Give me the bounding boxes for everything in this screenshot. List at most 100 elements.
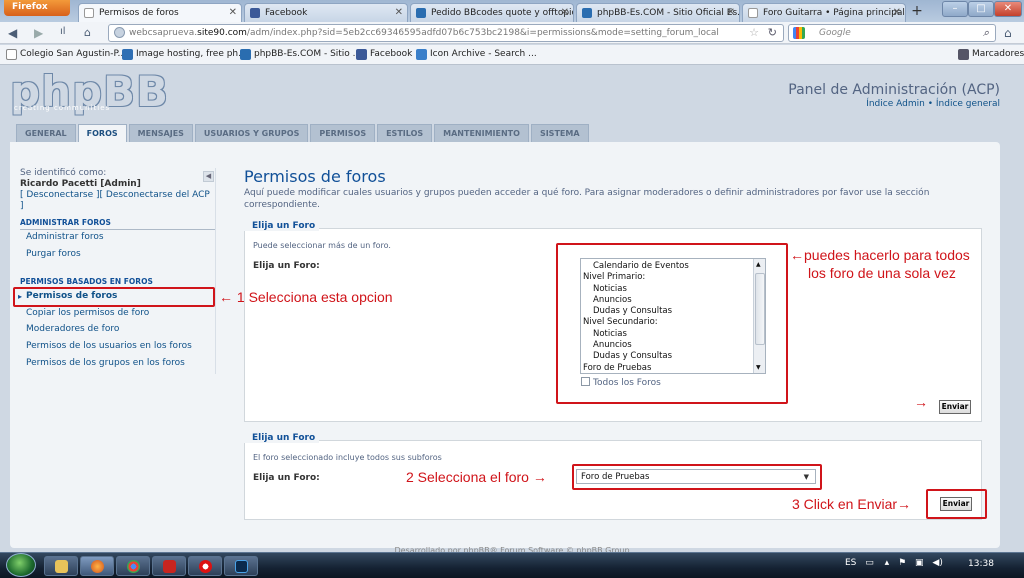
taskbar-chrome[interactable] bbox=[116, 556, 150, 576]
logout-links[interactable]: [ Desconectarse ][ Desconectarse del ACP… bbox=[20, 190, 210, 211]
firefox-icon bbox=[91, 560, 104, 573]
url-path: /adm/index.php?sid=5eb2cc69346595adfd07b… bbox=[246, 28, 719, 38]
user-name: Ricardo Pacetti [Admin] bbox=[20, 179, 141, 189]
tab-sistema[interactable]: SISTEMA bbox=[530, 124, 589, 142]
new-tab-button[interactable]: + bbox=[906, 3, 928, 21]
highlight-permisos-de-foros bbox=[13, 287, 215, 307]
window-close-button[interactable]: ✕ bbox=[994, 1, 1022, 17]
tab-label: Facebook bbox=[265, 8, 308, 18]
url-domain: site90.com bbox=[197, 28, 247, 38]
acp-header-links: Índice Admin • Índice general bbox=[866, 99, 1000, 109]
maximize-button[interactable]: □ bbox=[968, 1, 994, 17]
bookmarks-menu-button[interactable]: Marcadores bbox=[958, 49, 1024, 60]
link-indice-admin[interactable]: Índice Admin bbox=[866, 99, 925, 109]
close-tab-icon[interactable]: ✕ bbox=[727, 7, 735, 18]
firefox-menu-button[interactable]: Firefox bbox=[4, 0, 70, 16]
browser-tab-phpbb-es[interactable]: phpBB-Es.COM - Sitio Oficial Es... ✕ bbox=[576, 3, 740, 22]
tab-estilos[interactable]: ESTILOS bbox=[377, 124, 433, 142]
logged-as-label: Se identificó como: bbox=[20, 168, 107, 178]
bookmark-label: Icon Archive - Search ... bbox=[430, 49, 537, 59]
reload-icon[interactable]: ↻ bbox=[768, 26, 777, 39]
bookmark-item[interactable]: Facebook bbox=[356, 49, 413, 60]
submit-button-1[interactable]: Enviar bbox=[939, 400, 971, 414]
search-icon[interactable]: ⌕ bbox=[983, 26, 989, 40]
minimize-button[interactable]: – bbox=[942, 1, 968, 17]
tab-label: Permisos de foros bbox=[99, 8, 179, 18]
highlight-submit-button bbox=[926, 489, 987, 519]
close-tab-icon[interactable]: ✕ bbox=[395, 7, 403, 18]
browser-tab-permisos[interactable]: Permisos de foros ✕ bbox=[78, 3, 242, 22]
collapse-menu-icon[interactable]: ◀ bbox=[203, 171, 214, 182]
home-icon[interactable]: ⌂ bbox=[84, 26, 91, 39]
tab-mantenimiento[interactable]: MANTENIMIENTO bbox=[434, 124, 529, 142]
sidebar-item-permisos-usuarios[interactable]: Permisos de los usuarios en los foros bbox=[20, 339, 215, 355]
forward-icon[interactable]: ▶ bbox=[34, 26, 43, 40]
fieldset-note: El foro seleccionado incluye todos sus s… bbox=[253, 453, 442, 462]
keyboard-icon[interactable]: ▭ bbox=[865, 558, 874, 568]
forum-select-label: Elija un Foro: bbox=[253, 261, 320, 271]
google-icon[interactable] bbox=[793, 27, 805, 39]
close-tab-icon[interactable]: ✕ bbox=[893, 7, 901, 18]
sidebar-item-moderadores[interactable]: Moderadores de foro bbox=[20, 322, 215, 338]
tab-usuarios-y-grupos[interactable]: USUARIOS Y GRUPOS bbox=[194, 124, 309, 142]
bookmark-item[interactable]: Icon Archive - Search ... bbox=[416, 49, 537, 60]
bookmarks-toolbar: Colegio San Agustin-P... Image hosting, … bbox=[0, 45, 1024, 65]
tab-foros[interactable]: FOROS bbox=[77, 124, 127, 143]
phpbb-home-icon bbox=[240, 49, 251, 60]
browser-tab-facebook[interactable]: Facebook ✕ bbox=[244, 3, 408, 22]
phpbb-home-icon bbox=[416, 8, 426, 18]
annotation-note-line2: los foro de una sola vez bbox=[808, 265, 956, 281]
taskbar-firefox[interactable] bbox=[80, 556, 114, 576]
bookmark-label: Colegio San Agustin-P... bbox=[20, 49, 127, 59]
history-icon[interactable]: ıl bbox=[60, 26, 66, 37]
sidebar-item-purgar-foros[interactable]: Purgar foros bbox=[20, 247, 215, 263]
tab-mensajes[interactable]: MENSAJES bbox=[128, 124, 193, 142]
close-tab-icon[interactable]: ✕ bbox=[229, 7, 237, 18]
action-center-flag-icon[interactable]: ⚑ bbox=[898, 558, 906, 568]
fieldset-note: Puede seleccionar más de un foro. bbox=[253, 241, 391, 250]
taskbar-photoshop[interactable] bbox=[224, 556, 258, 576]
fieldset-legend: Elija un Foro bbox=[244, 221, 320, 231]
sidebar-item-administrar-foros[interactable]: Administrar foros bbox=[20, 230, 215, 246]
highlight-forum-select bbox=[572, 464, 822, 490]
search-input[interactable]: Google ⌕ bbox=[788, 24, 996, 42]
taskbar-explorer[interactable] bbox=[44, 556, 78, 576]
url-bar[interactable]: webcsaprueva.site90.com/adm/index.php?si… bbox=[108, 24, 784, 42]
page-icon bbox=[84, 8, 94, 18]
bookmark-star-icon[interactable]: ☆ bbox=[749, 26, 759, 39]
icon-archive-icon bbox=[416, 49, 427, 60]
close-tab-icon[interactable]: ✕ bbox=[561, 7, 569, 18]
browser-tab-guitarra[interactable]: Foro Guitarra • Página principal ✕ bbox=[742, 3, 906, 22]
taskbar-opera[interactable] bbox=[188, 556, 222, 576]
taskbar-clock[interactable]: 13:38 bbox=[968, 559, 994, 569]
browser-tab-bbcodes[interactable]: Pedido BBcodes quote y offtopic ✕ bbox=[410, 3, 574, 22]
forum-select-label: Elija un Foro: bbox=[253, 473, 320, 483]
bookmark-label: Facebook bbox=[370, 49, 413, 59]
link-indice-general[interactable]: Índice general bbox=[936, 99, 1000, 109]
sidebar-item-copiar-permisos[interactable]: Copiar los permisos de foro bbox=[20, 306, 215, 322]
system-tray: ES ▭ ▴ ⚑ ▣ ◀) bbox=[845, 558, 943, 568]
globe-icon bbox=[114, 27, 125, 38]
sidebar-item-permisos-grupos[interactable]: Permisos de los grupos en los foros bbox=[20, 356, 215, 372]
bookmark-item[interactable]: Colegio San Agustin-P... bbox=[6, 49, 127, 60]
fieldset-legend: Elija un Foro bbox=[244, 433, 320, 443]
tab-permisos[interactable]: PERMISOS bbox=[310, 124, 376, 142]
facebook-icon bbox=[356, 49, 367, 60]
taskbar-filezilla[interactable] bbox=[152, 556, 186, 576]
start-button-icon[interactable] bbox=[6, 553, 36, 577]
network-icon[interactable]: ▣ bbox=[915, 558, 924, 568]
sidebar-section-administrar-foros: ADMINISTRAR FOROS bbox=[20, 218, 215, 230]
annotation-step-3: 3 Click en Enviar→ bbox=[792, 496, 912, 512]
tab-general[interactable]: GENERAL bbox=[16, 124, 76, 142]
bookmark-item[interactable]: Image hosting, free ph... bbox=[122, 49, 247, 60]
show-hidden-icons-icon[interactable]: ▴ bbox=[885, 558, 890, 568]
home-button-icon[interactable]: ⌂ bbox=[1004, 26, 1012, 40]
sidebar-divider bbox=[215, 168, 216, 374]
login-info: Se identificó como: Ricardo Pacetti [Adm… bbox=[20, 168, 215, 212]
url-prefix: webcsaprueva. bbox=[129, 28, 198, 38]
back-icon[interactable]: ◀ bbox=[8, 26, 17, 40]
language-indicator[interactable]: ES bbox=[845, 558, 856, 568]
chrome-icon bbox=[127, 560, 140, 573]
bookmark-item[interactable]: phpBB-Es.COM - Sitio ... bbox=[240, 49, 361, 60]
volume-icon[interactable]: ◀) bbox=[932, 558, 942, 568]
